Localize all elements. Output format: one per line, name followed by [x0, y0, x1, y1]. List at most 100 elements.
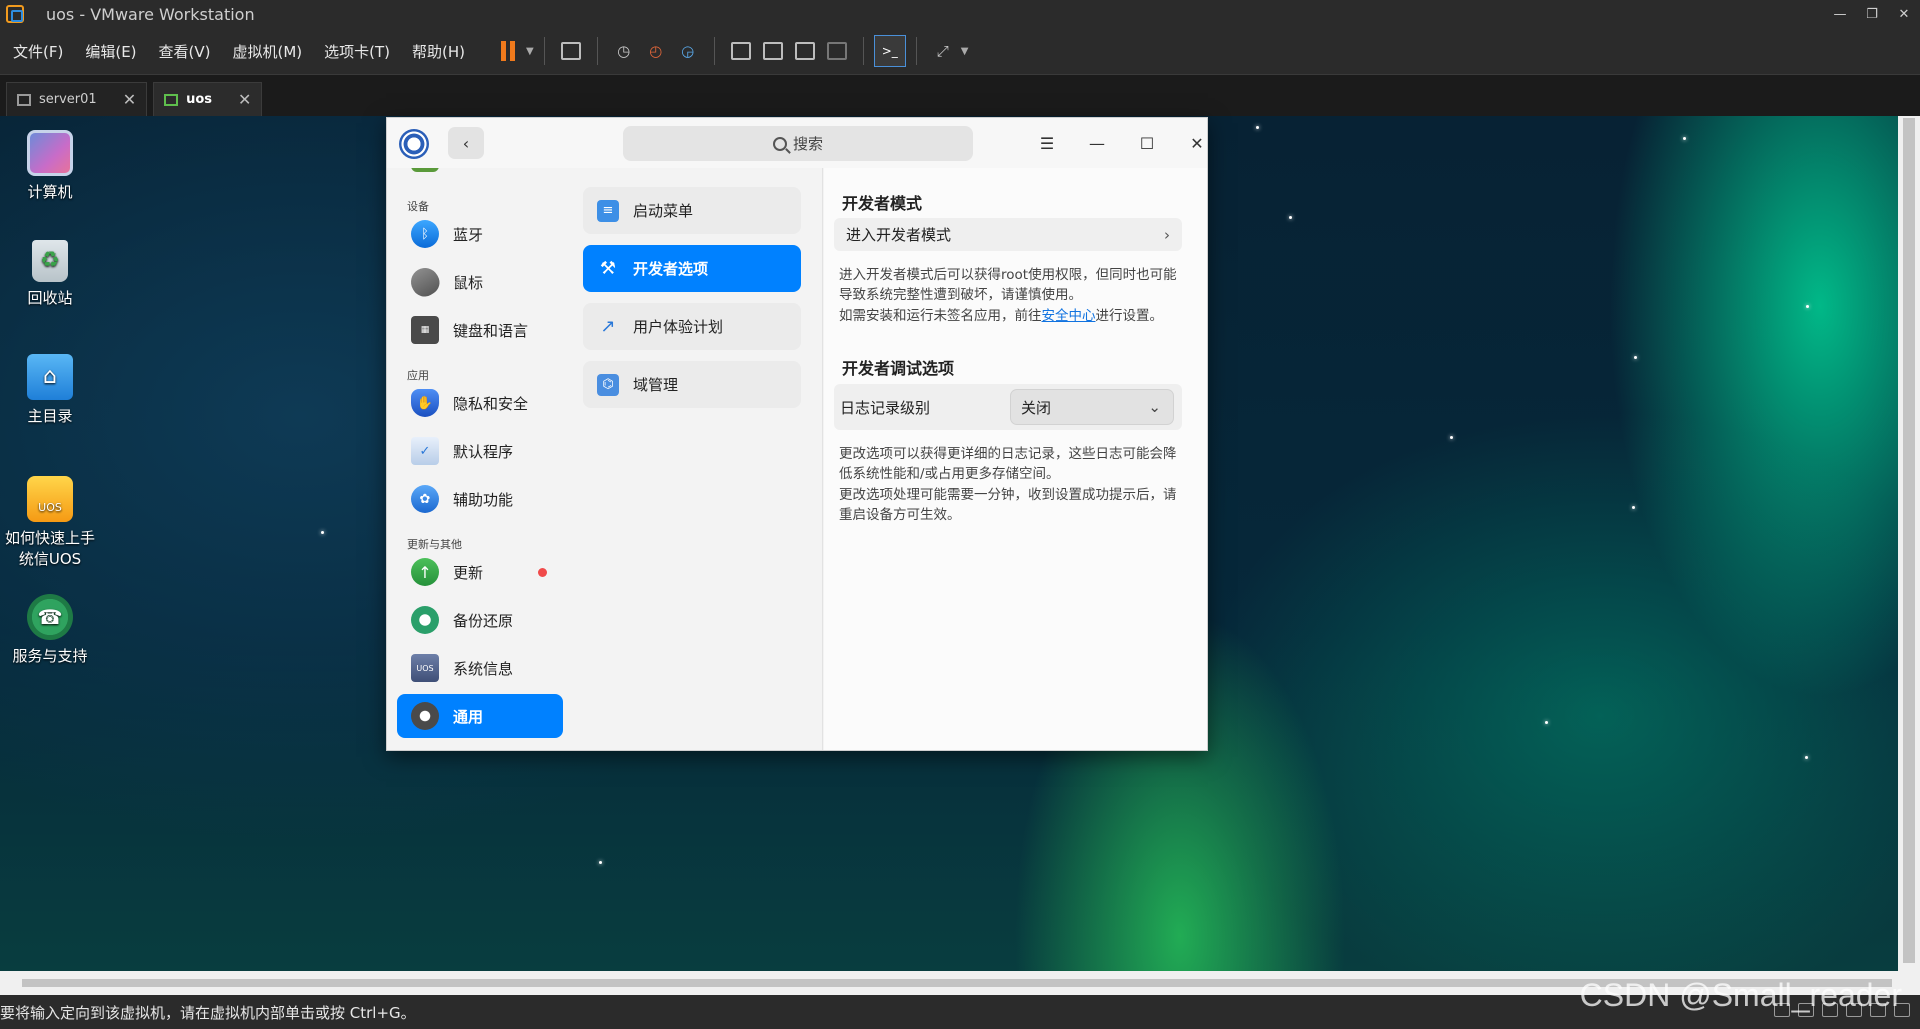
privacy-shield-icon: ✋	[411, 389, 439, 417]
library-icon	[730, 42, 751, 60]
stretch-dropdown-icon[interactable]: ▼	[961, 46, 969, 57]
menu-edit[interactable]: 编辑(E)	[76, 41, 145, 62]
star	[1545, 721, 1548, 724]
show-thumbnail-button[interactable]	[757, 35, 789, 67]
vmware-titlebar: uos - VMware Workstation — ❐ ✕	[0, 0, 1920, 28]
close-button[interactable]: ✕	[1182, 130, 1212, 156]
maximize-button[interactable]: ☐	[1132, 130, 1162, 156]
unsigned-apps-prefix: 如需安装和运行未签名应用，前往	[839, 308, 1042, 324]
sidebar-item-general[interactable]: 通用	[397, 694, 563, 738]
user-experience-icon: ↗	[600, 316, 616, 337]
send-ctrl-alt-del-button[interactable]	[555, 35, 587, 67]
home-folder-icon: ⌂	[27, 354, 73, 400]
back-button[interactable]: ‹	[448, 127, 484, 159]
tab-label: server01	[39, 92, 97, 107]
update-badge	[538, 567, 547, 577]
status-message: 要将输入定向到该虚拟机，请在虚拟机内部单击或按 Ctrl+G。	[0, 1003, 416, 1022]
default-apps-icon: ✓	[411, 437, 439, 465]
sidebar-item-accessibility[interactable]: ✿ 辅助功能	[397, 477, 563, 521]
unity-button[interactable]	[821, 35, 853, 67]
vmware-logo-icon	[6, 5, 24, 23]
power-dropdown-icon[interactable]: ▼	[526, 46, 534, 57]
star	[1806, 305, 1809, 308]
log-level-label: 日志记录级别	[840, 398, 931, 417]
desktop-icon-support[interactable]: ☎ 服务与支持	[0, 594, 100, 667]
sidebar-item-mouse[interactable]: 鼠标	[397, 260, 563, 304]
menu-view[interactable]: 查看(V)	[150, 41, 220, 62]
desktop-icon-trash[interactable]: ♻ 回收站	[0, 240, 100, 309]
star	[1805, 756, 1808, 759]
window-controls: — ❐ ✕	[1824, 0, 1920, 28]
desktop-icon-uos-guide[interactable]: UOS 如何快速上手统信UOS	[0, 476, 100, 570]
enter-developer-mode-label: 进入开发者模式	[846, 226, 952, 244]
developer-options-panel: 开发者模式 进入开发者模式 › 进入开发者模式后可以获得root使用权限，但同时…	[824, 168, 1207, 750]
list-item-developer-options[interactable]: ⚒ 开发者选项	[583, 245, 801, 292]
sidebar-item-keyboard[interactable]: ▦ 键盘和语言	[397, 308, 563, 352]
star	[1289, 216, 1292, 219]
vm-running-icon	[164, 93, 179, 106]
snapshot-manager-icon: ◶	[681, 42, 695, 60]
sidebar-item-label: 通用	[453, 707, 484, 726]
menu-help[interactable]: 帮助(H)	[403, 41, 474, 62]
sidebar-item-bluetooth[interactable]: ᛒ 蓝牙	[397, 212, 563, 256]
stretch-button[interactable]: ⤢	[927, 35, 959, 67]
menu-vm[interactable]: 虚拟机(M)	[224, 41, 312, 62]
close-button[interactable]: ✕	[1888, 0, 1920, 28]
debug-options-heading: 开发者调试选项	[842, 359, 955, 378]
vertical-scrollbar[interactable]	[1898, 116, 1920, 971]
menu-tabs[interactable]: 选项卡(T)	[315, 41, 399, 62]
sidebar-item-privacy[interactable]: ✋ 隐私和安全	[397, 381, 563, 425]
vmware-toolbar: ▼ ◷ ◴ ◶ >_ ⤢ ▼	[492, 35, 968, 67]
search-input[interactable]: 搜索	[623, 126, 973, 161]
sidebar-item-partial	[401, 168, 561, 176]
sidebar-item-system-info[interactable]: UOS 系统信息	[397, 646, 563, 690]
log-level-select[interactable]: 关闭 ⌄	[1010, 389, 1174, 425]
full-screen-button[interactable]	[789, 35, 821, 67]
sidebar-item-label: 备份还原	[453, 611, 514, 630]
window-title: uos - VMware Workstation	[46, 4, 255, 24]
restore-button[interactable]: ❐	[1856, 0, 1888, 28]
list-item-boot-menu[interactable]: ≡ 启动菜单	[583, 187, 801, 234]
revert-snapshot-icon: ◴	[649, 42, 663, 60]
tab-uos[interactable]: uos ✕	[153, 82, 263, 116]
snapshot-button[interactable]: ◷	[608, 35, 640, 67]
sidebar-item-backup[interactable]: 备份还原	[397, 598, 563, 642]
security-center-link[interactable]: 安全中心	[1042, 308, 1096, 324]
trash-icon: ♻	[32, 240, 68, 282]
scrollbar-thumb[interactable]	[1903, 118, 1915, 963]
thumbnail-bar-icon	[762, 42, 783, 60]
tab-close-icon[interactable]: ✕	[238, 90, 251, 109]
main-menu-button[interactable]: ☰	[1032, 130, 1062, 156]
sidebar-item-label: 隐私和安全	[453, 394, 529, 413]
star	[1450, 436, 1453, 439]
pause-button[interactable]	[492, 35, 524, 67]
terminal-icon: >_	[881, 44, 898, 58]
control-center-sidebar[interactable]: 设备 ᛒ 蓝牙 鼠标 ▦ 键盘和语言 应用 ✋ 隐私和安全 ✓ 默认程序 ✿ 辅…	[387, 168, 573, 750]
list-item-user-experience[interactable]: ↗ 用户体验计划	[583, 303, 801, 350]
desktop-icon-home[interactable]: ⌂ 主目录	[0, 354, 100, 427]
show-library-button[interactable]	[725, 35, 757, 67]
console-view-button[interactable]: >_	[873, 35, 906, 67]
desktop-icon-computer[interactable]: 计算机	[0, 130, 100, 203]
sidebar-item-update[interactable]: ↑ 更新	[397, 550, 563, 594]
log-level-value: 关闭	[1021, 398, 1052, 417]
minimize-button[interactable]: —	[1082, 130, 1112, 156]
snapshot-manager-button[interactable]: ◶	[672, 35, 704, 67]
list-item-domain-management[interactable]: ⌬ 域管理	[583, 361, 801, 408]
bluetooth-icon: ᛒ	[411, 220, 439, 248]
revert-snapshot-button[interactable]: ◴	[640, 35, 672, 67]
tab-server01[interactable]: server01 ✕	[6, 82, 148, 116]
developer-tools-icon: ⚒	[599, 258, 617, 279]
menu-file[interactable]: 文件(F)	[4, 41, 72, 62]
minimize-button[interactable]: —	[1824, 0, 1856, 28]
log-level-row: 日志记录级别 关闭 ⌄	[834, 384, 1182, 430]
support-icon: ☎	[27, 594, 73, 640]
tab-close-icon[interactable]: ✕	[123, 90, 136, 109]
sidebar-item-default-apps[interactable]: ✓ 默认程序	[397, 429, 563, 473]
sidebar-item-label: 辅助功能	[453, 490, 514, 509]
vm-tab-icon	[17, 93, 31, 106]
send-keys-icon	[560, 42, 581, 60]
enter-developer-mode-row[interactable]: 进入开发者模式 ›	[834, 218, 1182, 251]
update-icon: ↑	[411, 558, 439, 586]
system-info-icon: UOS	[411, 654, 439, 682]
